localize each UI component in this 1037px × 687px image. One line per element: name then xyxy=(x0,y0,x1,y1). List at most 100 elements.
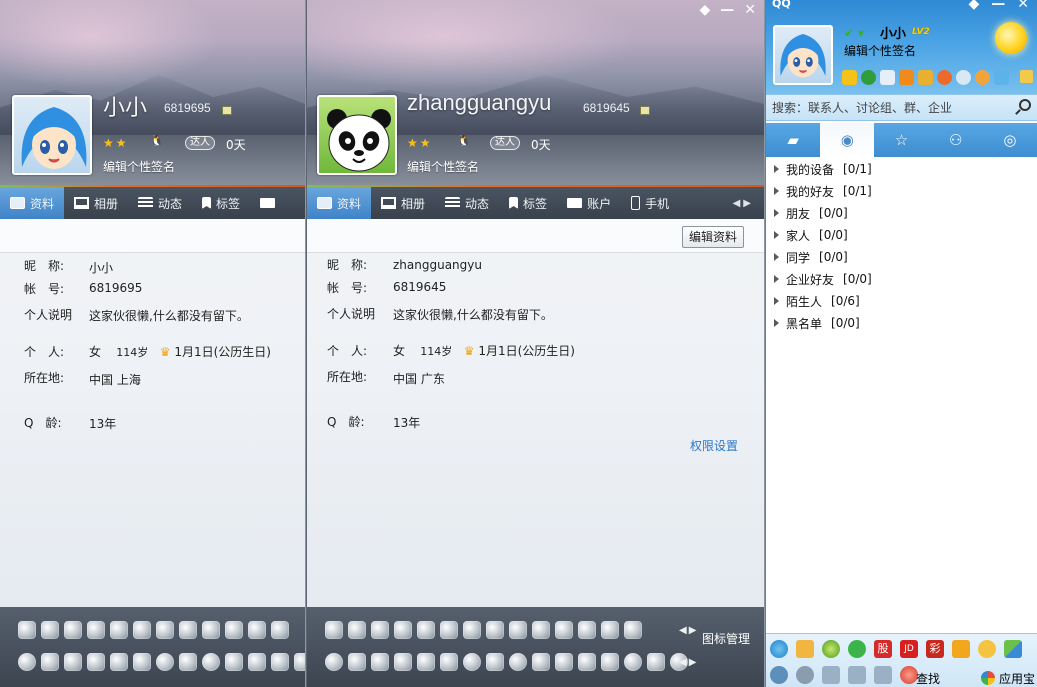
group-classmates[interactable]: 同学 [0/0] xyxy=(766,246,1037,268)
heart-icon[interactable] xyxy=(325,621,343,639)
group-enterprise[interactable]: 企业好友 [0/0] xyxy=(766,268,1037,290)
tab-album[interactable]: 相册 xyxy=(64,187,128,219)
star-icon[interactable] xyxy=(348,653,366,671)
plus-icon[interactable] xyxy=(994,70,1009,85)
group-family[interactable]: 家人 [0/0] xyxy=(766,224,1037,246)
qq-icon[interactable] xyxy=(325,653,343,671)
eye-icon[interactable] xyxy=(601,621,619,639)
app-icon[interactable] xyxy=(294,653,305,671)
shield-icon[interactable] xyxy=(179,653,197,671)
tab-groups[interactable]: ⚇ xyxy=(929,123,983,157)
pet-icon[interactable] xyxy=(937,70,952,85)
music-icon[interactable] xyxy=(822,640,840,658)
diamond-icon[interactable] xyxy=(225,621,243,639)
tab-phone[interactable]: 手机 xyxy=(621,187,679,219)
chat-icon[interactable] xyxy=(463,653,481,671)
mail-icon[interactable] xyxy=(880,70,895,85)
daren-badge[interactable]: 达人 xyxy=(490,136,520,150)
mug-icon[interactable] xyxy=(248,653,266,671)
app-manager-icon[interactable] xyxy=(1004,640,1022,658)
diamond-icon[interactable] xyxy=(179,621,197,639)
level-stars[interactable]: ★★ xyxy=(407,136,433,150)
tab-scroll-arrows[interactable]: ◀▶ xyxy=(733,198,764,209)
signature-edit[interactable]: 编辑个性签名 xyxy=(103,158,175,175)
edit-profile-button[interactable]: 编辑资料 xyxy=(681,226,744,248)
find-button[interactable]: 查找 xyxy=(916,670,940,687)
gift-icon[interactable] xyxy=(225,653,243,671)
wallet-icon[interactable] xyxy=(918,70,933,85)
bag-icon[interactable] xyxy=(578,653,596,671)
trophy-icon[interactable] xyxy=(371,621,389,639)
penguin-icon[interactable] xyxy=(624,653,642,671)
diamond-icon[interactable] xyxy=(394,621,412,639)
qzone-icon[interactable] xyxy=(861,70,876,85)
signature-edit[interactable]: 编辑个性签名 xyxy=(407,158,479,175)
heart-icon[interactable] xyxy=(18,621,36,639)
app-icon[interactable] xyxy=(394,653,412,671)
badge-icon[interactable] xyxy=(133,621,151,639)
penguin-icon[interactable] xyxy=(796,640,814,658)
daren-badge[interactable]: 达人 xyxy=(185,136,215,150)
close-icon[interactable]: ✕ xyxy=(744,2,756,18)
heart-icon[interactable] xyxy=(41,621,59,639)
music-icon[interactable] xyxy=(956,70,971,85)
shield-icon[interactable] xyxy=(647,653,665,671)
favorites-icon[interactable] xyxy=(874,666,892,684)
diamond-icon[interactable] xyxy=(532,621,550,639)
online-status-icon[interactable]: ✔ ▾ xyxy=(844,26,864,40)
close-icon[interactable]: ✕ xyxy=(1017,0,1029,12)
level-badge[interactable]: LV2 xyxy=(912,27,930,37)
cart-icon[interactable] xyxy=(899,70,914,85)
pet-icon[interactable] xyxy=(978,640,996,658)
app-icon[interactable] xyxy=(87,653,105,671)
app-icon[interactable] xyxy=(64,653,82,671)
tab-conversations[interactable]: ▰ xyxy=(766,123,820,157)
search-input[interactable] xyxy=(766,97,1014,119)
security-shield-icon[interactable] xyxy=(952,640,970,658)
weather-sun-icon[interactable] xyxy=(995,22,1027,54)
permission-settings-link[interactable]: 权限设置 xyxy=(690,437,738,454)
camera-icon[interactable] xyxy=(110,653,128,671)
folder-icon[interactable] xyxy=(848,666,866,684)
tab-tags[interactable]: 标签 xyxy=(499,187,557,219)
trophy-icon[interactable] xyxy=(110,621,128,639)
mug-icon[interactable] xyxy=(555,653,573,671)
diamond-icon[interactable] xyxy=(202,621,220,639)
minimize-icon[interactable]: — xyxy=(991,0,1005,12)
shield-icon[interactable] xyxy=(486,653,504,671)
minimize-icon[interactable]: — xyxy=(720,2,734,18)
jd-icon[interactable]: JD xyxy=(900,640,918,658)
lottery-icon[interactable]: 彩 xyxy=(926,640,944,658)
stock-icon[interactable]: 股 xyxy=(874,640,892,658)
diamond-icon[interactable] xyxy=(555,621,573,639)
badge-icon[interactable] xyxy=(440,621,458,639)
bag-icon[interactable] xyxy=(271,653,289,671)
gift-icon[interactable] xyxy=(532,653,550,671)
group-my-friends[interactable]: 我的好友 [0/1] xyxy=(766,180,1037,202)
spiral-icon[interactable] xyxy=(202,653,220,671)
tab-tags[interactable]: 标签 xyxy=(192,187,250,219)
diamond-icon[interactable] xyxy=(248,621,266,639)
tab-feed[interactable]: 动态 xyxy=(435,187,499,219)
diamond-icon[interactable] xyxy=(271,621,289,639)
penguin-icon[interactable]: 🐧 xyxy=(150,134,164,147)
icon-scroll-arrows[interactable]: ◀▶ xyxy=(679,625,698,636)
app-icon[interactable] xyxy=(601,653,619,671)
vip-flag-icon[interactable] xyxy=(640,106,650,115)
tab-qzone[interactable]: ◎ xyxy=(983,123,1037,157)
group-blacklist[interactable]: 黑名单 [0/0] xyxy=(766,312,1037,334)
star-icon[interactable] xyxy=(41,653,59,671)
app-icon[interactable] xyxy=(371,653,389,671)
group-friends[interactable]: 朋友 [0/0] xyxy=(766,202,1037,224)
heart-icon[interactable] xyxy=(624,621,642,639)
tab-account[interactable]: 账户 xyxy=(557,187,621,219)
diamond-icon[interactable] xyxy=(486,621,504,639)
tab-account-partial[interactable] xyxy=(250,187,285,219)
group-strangers[interactable]: 陌生人 [0/6] xyxy=(766,290,1037,312)
tab-contacts[interactable]: ◉ xyxy=(820,123,875,157)
camera-icon[interactable] xyxy=(417,653,435,671)
tab-feed[interactable]: 动态 xyxy=(128,187,192,219)
badge-icon[interactable] xyxy=(463,621,481,639)
skin-icon[interactable]: ◆ xyxy=(968,0,979,12)
nickname-display[interactable]: zhangguangyu xyxy=(407,90,551,116)
